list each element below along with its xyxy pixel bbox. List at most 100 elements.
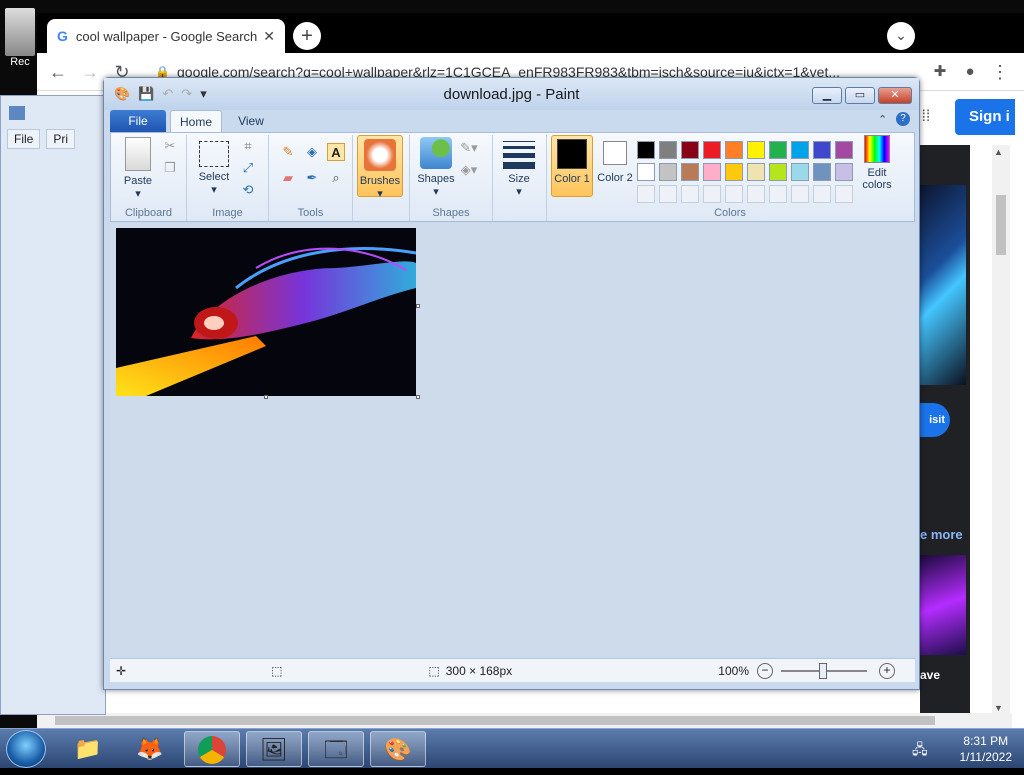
preview-image[interactable]: [920, 185, 966, 385]
horizontal-scrollbar[interactable]: [37, 713, 1012, 728]
minimize-button[interactable]: ▁: [812, 87, 842, 104]
scroll-thumb[interactable]: [996, 195, 1006, 255]
scroll-thumb[interactable]: [55, 716, 935, 725]
color-swatch[interactable]: [725, 163, 743, 181]
color-swatch[interactable]: [835, 141, 853, 159]
tab-file[interactable]: File: [110, 110, 166, 132]
color-swatch[interactable]: [637, 141, 655, 159]
color-swatch[interactable]: [637, 185, 655, 203]
photo-viewer-icon[interactable]: 🖼: [246, 731, 302, 767]
canvas-area[interactable]: [110, 223, 915, 656]
color-swatch[interactable]: [703, 141, 721, 159]
resize-handle-corner[interactable]: [416, 395, 420, 399]
resize-handle-bottom[interactable]: [264, 395, 268, 399]
new-tab-button[interactable]: +: [293, 22, 321, 50]
color-swatch[interactable]: [791, 163, 809, 181]
close-button[interactable]: ✕: [878, 87, 912, 104]
network-icon[interactable]: 🖧: [912, 739, 928, 763]
maximize-button[interactable]: ▭: [845, 87, 875, 104]
outline-icon[interactable]: ✎▾: [460, 139, 478, 157]
shapes-button[interactable]: Shapes ▾: [416, 137, 456, 198]
chrome-icon[interactable]: [184, 731, 240, 767]
eraser-icon[interactable]: ▰: [279, 169, 297, 187]
size-button[interactable]: Size ▾: [501, 137, 537, 198]
resize-handle-right[interactable]: [416, 304, 420, 308]
color-swatch[interactable]: [791, 185, 809, 203]
save-label[interactable]: ave: [920, 668, 940, 682]
start-button[interactable]: [6, 730, 46, 768]
visit-button[interactable]: isit: [920, 403, 950, 437]
color-picker-icon[interactable]: ✒: [303, 169, 321, 187]
clock[interactable]: 8:31 PM 1/11/2022: [960, 733, 1013, 765]
scroll-up-icon[interactable]: ▲: [994, 147, 1003, 157]
tab-view[interactable]: View: [228, 110, 274, 132]
tab-home[interactable]: Home: [170, 110, 222, 132]
color-swatch[interactable]: [681, 185, 699, 203]
file-explorer-icon[interactable]: 📁: [60, 731, 116, 767]
color2-button[interactable]: Color 2: [597, 135, 633, 184]
fill-icon[interactable]: ◈: [303, 143, 321, 161]
cut-icon[interactable]: ✂: [161, 137, 179, 155]
forward-icon[interactable]: →: [77, 59, 103, 85]
menu-print[interactable]: Pri: [46, 129, 76, 149]
select-button[interactable]: Select ▾: [195, 137, 233, 196]
sign-in-button[interactable]: Sign i: [955, 99, 1015, 135]
pencil-icon[interactable]: ✎: [279, 143, 297, 161]
fill-shape-icon[interactable]: ◈▾: [460, 161, 478, 179]
document-icon[interactable]: 🗔: [308, 731, 364, 767]
desktop-icon-recycle-bin[interactable]: Rec: [2, 8, 38, 78]
color-swatch[interactable]: [725, 141, 743, 159]
back-icon[interactable]: ←: [45, 59, 71, 85]
color1-button[interactable]: Color 1: [551, 135, 593, 197]
copy-icon[interactable]: ❐: [161, 159, 179, 177]
browser-tab[interactable]: G cool wallpaper - Google Search ✕: [47, 19, 285, 53]
color-swatch[interactable]: [791, 141, 809, 159]
profile-icon[interactable]: ●: [957, 59, 983, 85]
color-swatch[interactable]: [659, 163, 677, 181]
scroll-down-icon[interactable]: ▼: [994, 703, 1003, 713]
firefox-icon[interactable]: 🦊: [122, 731, 178, 767]
color-swatch[interactable]: [681, 163, 699, 181]
color-swatch[interactable]: [681, 141, 699, 159]
close-tab-icon[interactable]: ✕: [263, 28, 275, 45]
color-swatch[interactable]: [659, 185, 677, 203]
color-swatch[interactable]: [769, 163, 787, 181]
zoom-slider-thumb[interactable]: [819, 662, 827, 679]
see-more-link[interactable]: e more: [920, 527, 963, 542]
edit-colors-button[interactable]: Edit colors: [857, 135, 897, 191]
color-swatch[interactable]: [725, 185, 743, 203]
related-image[interactable]: [920, 555, 966, 655]
color-swatch[interactable]: [637, 163, 655, 181]
zoom-slider[interactable]: [781, 662, 867, 679]
text-icon[interactable]: A: [327, 143, 345, 161]
color-swatch[interactable]: [835, 163, 853, 181]
tab-search-button[interactable]: ⌄: [887, 22, 915, 50]
resize-icon[interactable]: ⤢: [239, 159, 257, 177]
color-swatch[interactable]: [703, 163, 721, 181]
image-canvas[interactable]: [116, 228, 416, 396]
menu-file[interactable]: File: [7, 129, 41, 149]
color-swatch[interactable]: [769, 141, 787, 159]
rotate-icon[interactable]: ⟲: [239, 181, 257, 199]
color-swatch[interactable]: [747, 141, 765, 159]
zoom-in-icon[interactable]: +: [879, 662, 895, 679]
paste-button[interactable]: Paste ▾: [117, 137, 159, 200]
color-swatch[interactable]: [703, 185, 721, 203]
help-icon[interactable]: ?: [896, 112, 910, 126]
minimize-ribbon-icon[interactable]: ⌃: [878, 113, 887, 126]
color-swatch[interactable]: [747, 185, 765, 203]
color-swatch[interactable]: [747, 163, 765, 181]
color-swatch[interactable]: [813, 141, 831, 159]
color-swatch[interactable]: [813, 185, 831, 203]
zoom-out-icon[interactable]: −: [757, 662, 773, 679]
color-swatch[interactable]: [813, 163, 831, 181]
paint-taskbar-icon[interactable]: 🎨: [370, 731, 426, 767]
crop-icon[interactable]: ⌗: [239, 137, 257, 155]
vertical-scrollbar[interactable]: ▲ ▼: [992, 145, 1010, 715]
magnifier-icon[interactable]: ⌕: [327, 169, 345, 187]
color-swatch[interactable]: [769, 185, 787, 203]
color-swatch[interactable]: [659, 141, 677, 159]
extensions-icon[interactable]: ✚: [927, 59, 953, 85]
color-swatch[interactable]: [835, 185, 853, 203]
brushes-button[interactable]: Brushes ▾: [357, 135, 403, 200]
